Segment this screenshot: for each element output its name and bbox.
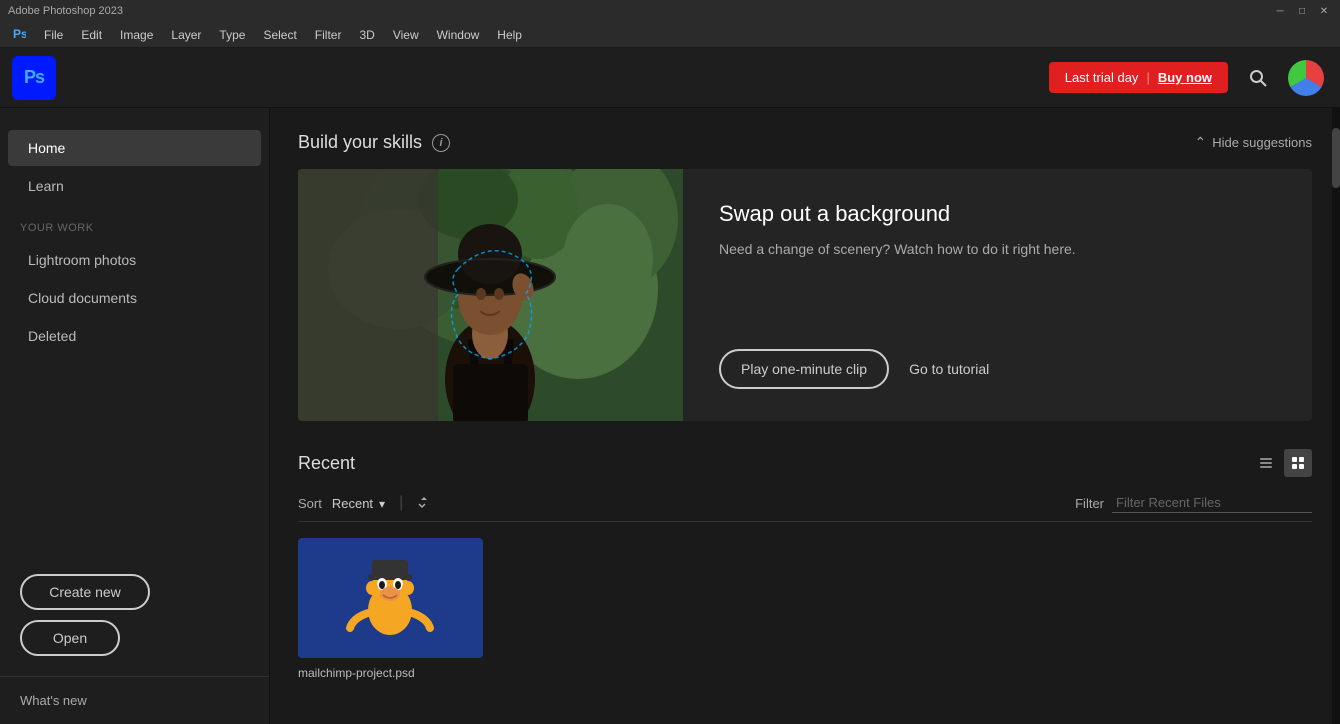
- menu-type[interactable]: Type: [211, 25, 253, 45]
- sidebar-lightroom-label: Lightroom photos: [28, 252, 136, 268]
- recent-item-name: mailchimp-project.psd: [298, 666, 483, 680]
- trial-text: Last trial day: [1065, 70, 1139, 85]
- minimize-button[interactable]: ─: [1272, 3, 1288, 19]
- feature-content: Swap out a background Need a change of s…: [719, 201, 1276, 260]
- feature-actions: Play one-minute clip Go to tutorial: [719, 349, 1276, 389]
- menu-image[interactable]: Image: [112, 25, 161, 45]
- sidebar-item-lightroom[interactable]: Lightroom photos: [8, 242, 261, 278]
- recent-header: Recent: [298, 449, 1312, 477]
- build-skills-title: Build your skills: [298, 132, 422, 153]
- sidebar-bottom: What's new: [0, 676, 269, 724]
- sort-label: Sort: [298, 496, 322, 511]
- sidebar-home-label: Home: [28, 140, 65, 156]
- sort-divider: |: [399, 494, 403, 512]
- recent-grid: mailchimp-project.psd: [298, 538, 1312, 680]
- menu-filter[interactable]: Filter: [307, 25, 350, 45]
- build-skills-title-area: Build your skills i: [298, 132, 450, 153]
- view-toggle: [1252, 449, 1312, 477]
- menu-bar: Ps File Edit Image Layer Type Select Fil…: [0, 22, 1340, 48]
- content-area: Build your skills i ⌃ Hide suggestions: [270, 108, 1340, 724]
- title-bar: Adobe Photoshop 2023 ─ □ ✕: [0, 0, 1340, 22]
- hide-suggestions-label: Hide suggestions: [1212, 135, 1312, 150]
- title-bar-title: Adobe Photoshop 2023: [8, 5, 123, 17]
- title-bar-left: Adobe Photoshop 2023: [8, 5, 123, 17]
- feature-card: Swap out a background Need a change of s…: [298, 169, 1312, 421]
- sidebar-item-learn[interactable]: Learn: [8, 168, 261, 204]
- sort-value: Recent: [332, 496, 373, 511]
- list-item[interactable]: mailchimp-project.psd: [298, 538, 483, 680]
- sidebar-learn-label: Learn: [28, 178, 64, 194]
- menu-edit[interactable]: Edit: [73, 25, 110, 45]
- sidebar-deleted-label: Deleted: [28, 328, 76, 344]
- svg-text:Ps: Ps: [13, 27, 26, 40]
- info-icon[interactable]: i: [432, 134, 450, 152]
- feature-title: Swap out a background: [719, 201, 1276, 227]
- menu-layer[interactable]: Layer: [163, 25, 209, 45]
- sort-left: Sort Recent |: [298, 494, 431, 512]
- menu-file[interactable]: File: [36, 25, 71, 45]
- scrollbar-track[interactable]: [1332, 108, 1340, 724]
- sidebar: Home Learn YOUR WORK Lightroom photos Cl…: [0, 108, 270, 724]
- menu-view[interactable]: View: [385, 25, 427, 45]
- feature-info: Swap out a background Need a change of s…: [683, 169, 1312, 421]
- title-bar-controls[interactable]: ─ □ ✕: [1272, 3, 1332, 19]
- whats-new-link[interactable]: What's new: [20, 693, 249, 708]
- avatar[interactable]: [1288, 60, 1324, 96]
- grid-view-button[interactable]: [1284, 449, 1312, 477]
- sidebar-nav: Home Learn YOUR WORK Lightroom photos Cl…: [0, 128, 269, 554]
- feature-description: Need a change of scenery? Watch how to d…: [719, 239, 1276, 260]
- search-button[interactable]: [1240, 60, 1276, 96]
- trial-separator: |: [1146, 70, 1149, 85]
- sort-select[interactable]: Recent: [332, 496, 385, 511]
- build-skills-header: Build your skills i ⌃ Hide suggestions: [298, 132, 1312, 153]
- menu-3d[interactable]: 3D: [351, 25, 382, 45]
- app-header: Ps Last trial day | Buy now: [0, 48, 1340, 108]
- sort-bar: Sort Recent | Filter: [298, 493, 1312, 522]
- chevron-up-icon: ⌃: [1195, 134, 1207, 151]
- sidebar-item-deleted[interactable]: Deleted: [8, 318, 261, 354]
- maximize-button[interactable]: □: [1294, 3, 1310, 19]
- recent-title: Recent: [298, 453, 355, 474]
- sidebar-item-cloud[interactable]: Cloud documents: [8, 280, 261, 316]
- trial-button[interactable]: Last trial day | Buy now: [1049, 62, 1228, 93]
- go-to-tutorial-button[interactable]: Go to tutorial: [909, 361, 989, 377]
- sidebar-cloud-label: Cloud documents: [28, 290, 137, 306]
- menu-help[interactable]: Help: [489, 25, 530, 45]
- sidebar-actions: Create new Open: [0, 554, 269, 676]
- menu-select[interactable]: Select: [255, 25, 304, 45]
- sort-chevron-icon: [379, 496, 385, 511]
- header-right: Last trial day | Buy now: [1049, 60, 1324, 96]
- buy-now-text[interactable]: Buy now: [1158, 70, 1212, 85]
- create-new-button[interactable]: Create new: [20, 574, 150, 610]
- menu-ps[interactable]: Ps: [4, 23, 34, 46]
- menu-window[interactable]: Window: [429, 25, 488, 45]
- sidebar-item-home[interactable]: Home: [8, 130, 261, 166]
- close-button[interactable]: ✕: [1316, 3, 1332, 19]
- main-layout: Home Learn YOUR WORK Lightroom photos Cl…: [0, 108, 1340, 724]
- scrollbar-thumb[interactable]: [1332, 128, 1340, 188]
- recent-thumbnail: [298, 538, 483, 658]
- feature-image: [298, 169, 683, 421]
- play-clip-button[interactable]: Play one-minute clip: [719, 349, 889, 389]
- filter-input[interactable]: [1112, 493, 1312, 513]
- filter-area: Filter: [1075, 493, 1312, 513]
- filter-label: Filter: [1075, 496, 1104, 511]
- list-view-button[interactable]: [1252, 449, 1280, 477]
- sort-direction-button[interactable]: [417, 495, 431, 512]
- sidebar-section-your-work: YOUR WORK: [0, 212, 269, 240]
- hide-suggestions-button[interactable]: ⌃ Hide suggestions: [1195, 134, 1312, 151]
- open-button[interactable]: Open: [20, 620, 120, 656]
- app-logo: Ps: [12, 56, 56, 100]
